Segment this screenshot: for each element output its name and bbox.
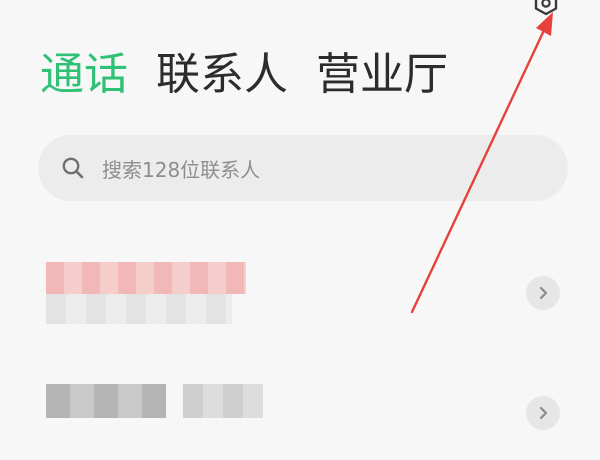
contact-detail-pixelated: [46, 294, 232, 324]
call-list-item[interactable]: [0, 370, 600, 460]
tab-calls[interactable]: 通话: [40, 44, 128, 106]
tab-service-hall[interactable]: 营业厅: [316, 44, 448, 106]
tab-contacts[interactable]: 联系人: [156, 44, 288, 106]
settings-icon[interactable]: [533, 0, 559, 16]
item-detail-button[interactable]: [526, 396, 560, 430]
contact-name-pixelated: [46, 384, 166, 418]
search-placeholder: 搜索128位联系人: [102, 157, 261, 182]
contact-name-pixelated: [46, 262, 246, 294]
chevron-right-icon: [539, 406, 548, 420]
contact-detail-pixelated: [183, 384, 263, 418]
chevron-right-icon: [539, 286, 548, 300]
top-tabs: 通话 联系人 营业厅: [40, 44, 448, 106]
item-detail-button[interactable]: [526, 276, 560, 310]
search-icon: [62, 157, 84, 179]
search-input[interactable]: 搜索128位联系人: [38, 135, 568, 201]
call-list-item[interactable]: [0, 250, 600, 340]
